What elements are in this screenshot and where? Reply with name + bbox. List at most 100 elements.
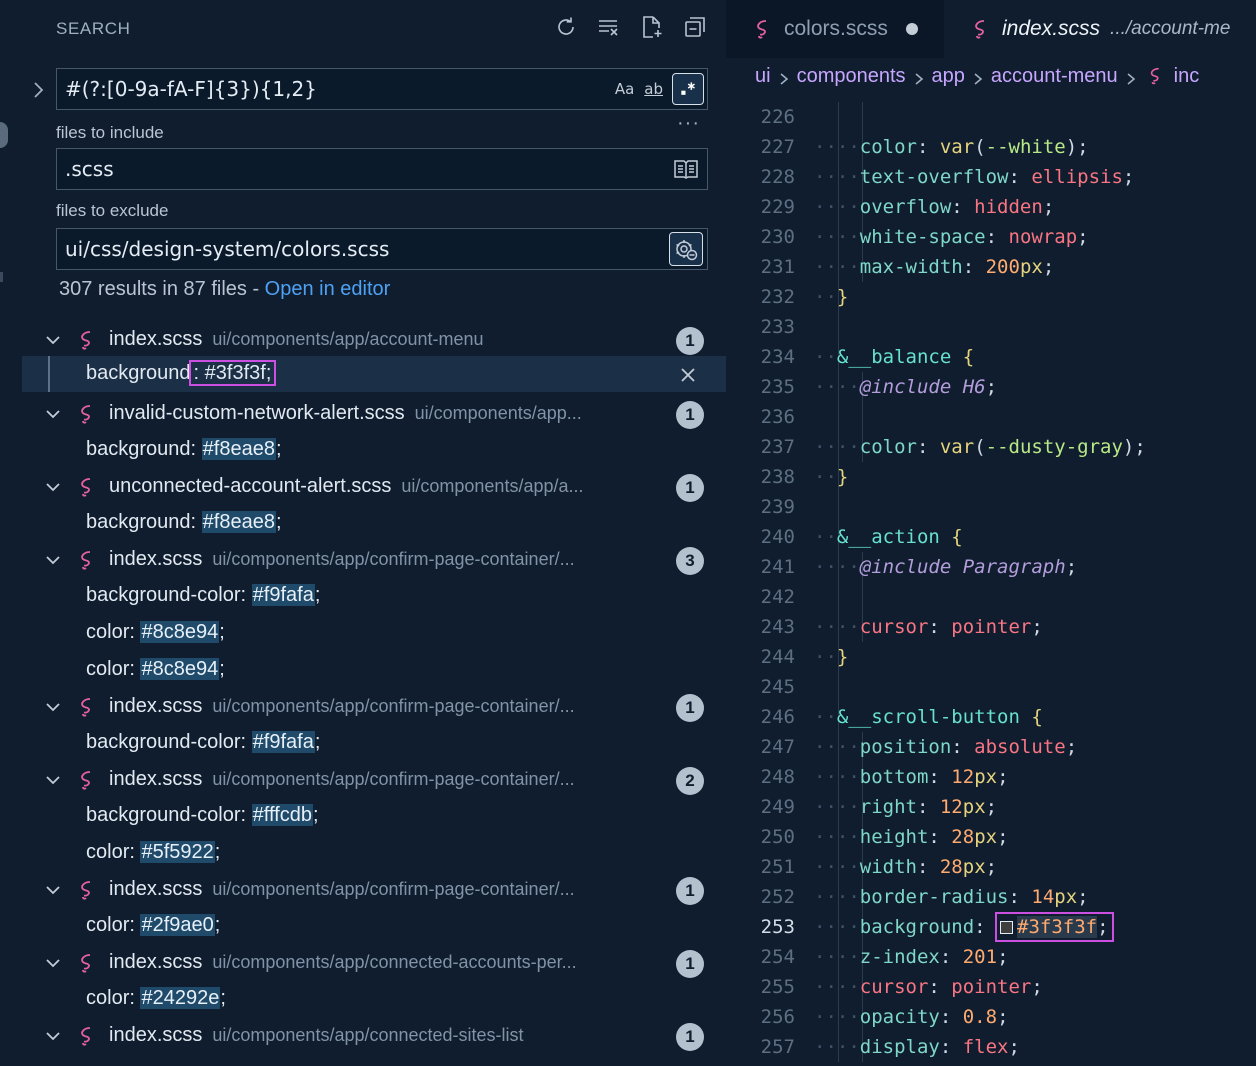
- search-panel-actions: [551, 12, 710, 42]
- match-suffix: ;: [220, 987, 226, 1009]
- result-file-row[interactable]: index.scss ui/components/app/confirm-page…: [22, 689, 726, 725]
- dismiss-match-close-icon[interactable]: [678, 365, 698, 385]
- tree-indent-guide: [48, 356, 50, 392]
- code-token: ;: [1065, 736, 1078, 758]
- result-match-row[interactable]: color: #24292e;: [22, 981, 726, 1017]
- chevron-down-icon[interactable]: [44, 1027, 62, 1045]
- search-details-toggle[interactable]: ···: [677, 112, 700, 135]
- chevron-down-icon[interactable]: [44, 478, 62, 496]
- whitespace-dots: ····: [814, 916, 860, 938]
- chevron-down-icon[interactable]: [44, 551, 62, 569]
- use-exclude-settings-gear-icon[interactable]: [669, 232, 703, 266]
- match-text: background: #f8eae8;: [86, 438, 282, 461]
- code-text: ····border-radius: 14px;: [814, 886, 1089, 908]
- tab-index-scss[interactable]: index.scss .../account-me: [944, 0, 1256, 58]
- line-number: 242: [760, 586, 795, 608]
- sass-file-icon: [78, 879, 96, 901]
- code-token: }: [836, 466, 849, 488]
- match-text: color: #5f5922;: [86, 841, 220, 864]
- code-token: ;: [1097, 916, 1109, 938]
- result-match-row[interactable]: color: #2f9ae0;: [22, 908, 726, 944]
- tab-label: index.scss: [1002, 17, 1101, 40]
- chevron-down-icon[interactable]: [44, 331, 62, 349]
- breadcrumb-segment[interactable]: ui: [755, 65, 771, 88]
- chevron-down-icon[interactable]: [44, 771, 62, 789]
- match-case-toggle[interactable]: Aa: [610, 74, 639, 104]
- files-to-include-input[interactable]: [65, 157, 669, 181]
- result-match-row[interactable]: color: #8c8e94;: [22, 615, 726, 651]
- indent-guide: [862, 582, 863, 612]
- whitespace-dots: ··: [814, 646, 837, 668]
- match-text: color: #24292e;: [86, 987, 226, 1010]
- new-search-editor-icon[interactable]: [637, 12, 667, 42]
- result-file-row[interactable]: index.scss ui/components/app/connected-ac…: [22, 945, 726, 981]
- result-match-row[interactable]: background-color: #f9fafa;: [22, 578, 726, 614]
- code-token: --dusty-gray: [985, 436, 1123, 458]
- line-number: 236: [760, 406, 795, 428]
- code-token: :: [951, 736, 975, 758]
- code-editor[interactable]: 226 227 ····color: var(--white); 228 ····tex…: [726, 94, 1256, 1066]
- breadcrumb-file-segment[interactable]: inc: [1174, 65, 1200, 88]
- open-editors-only-icon[interactable]: [669, 152, 703, 186]
- match-count-badge: 1: [676, 327, 704, 355]
- result-match-row[interactable]: background: #f8eae8;: [22, 432, 726, 468]
- result-file-row[interactable]: index.scss ui/components/app/account-menu…: [22, 322, 726, 358]
- match-prefix: color:: [86, 658, 141, 680]
- unsaved-changes-dot-icon[interactable]: [905, 23, 918, 35]
- result-match-row[interactable]: color: #5f5922;: [22, 835, 726, 871]
- search-input[interactable]: [65, 77, 610, 101]
- line-number: 233: [760, 316, 795, 338]
- code-token: height: [859, 826, 929, 848]
- code-token: :: [939, 946, 963, 968]
- code-line: 247 ····position: absolute;: [726, 732, 1256, 762]
- vscode-window: SEARCH Aa ab: [0, 0, 1256, 1066]
- code-token: }: [836, 286, 849, 308]
- match-prefix: background-color:: [86, 731, 252, 753]
- whitespace-dots: ····: [814, 856, 860, 878]
- tab-path: .../account-me: [1110, 18, 1231, 39]
- result-match-row[interactable]: background: #3f3f3f;: [22, 356, 726, 392]
- result-file-path: ui/components/app/confirm-page-container…: [212, 696, 575, 716]
- chevron-down-icon[interactable]: [44, 405, 62, 423]
- match-prefix: color:: [86, 987, 141, 1009]
- breadcrumb-segment[interactable]: app: [932, 65, 965, 88]
- regex-toggle[interactable]: [672, 73, 704, 105]
- result-match-row[interactable]: background-color: #fffcdb;: [22, 798, 726, 834]
- clear-results-icon[interactable]: [594, 12, 624, 42]
- whitespace-dots: ····: [814, 976, 860, 998]
- result-file-row[interactable]: invalid-custom-network-alert.scss ui/comp…: [22, 396, 726, 432]
- whitespace-dots: ····: [814, 136, 860, 158]
- whole-word-toggle[interactable]: ab: [639, 74, 668, 104]
- toggle-replace-chevron-icon[interactable]: [28, 78, 50, 102]
- chevron-down-icon[interactable]: [44, 881, 62, 899]
- result-file-row[interactable]: unconnected-account-alert.scss ui/compone…: [22, 469, 726, 505]
- breadcrumb-segment[interactable]: account-menu: [991, 65, 1118, 88]
- result-match-row[interactable]: color: #8c8e94;: [22, 652, 726, 688]
- indent-guide: [838, 492, 839, 522]
- result-file-row[interactable]: index.scss ui/components/app/connected-si…: [22, 1018, 726, 1054]
- chevron-down-icon[interactable]: [44, 698, 62, 716]
- result-match-row[interactable]: background-color: #f9fafa;: [22, 725, 726, 761]
- chevron-down-icon[interactable]: [44, 954, 62, 972]
- result-file-row[interactable]: index.scss ui/components/app/confirm-page…: [22, 542, 726, 578]
- code-token: @include: [859, 376, 952, 398]
- whitespace-dots: ····: [814, 766, 860, 788]
- tab-colors-scss[interactable]: colors.scss: [754, 0, 918, 58]
- collapse-all-icon[interactable]: [680, 12, 710, 42]
- refresh-icon[interactable]: [551, 12, 581, 42]
- result-file-row[interactable]: index.scss ui/components/app/confirm-page…: [22, 872, 726, 908]
- code-token: {: [962, 346, 975, 368]
- result-match-row[interactable]: background: #f8eae8;: [22, 505, 726, 541]
- match-prefix: background:: [86, 511, 202, 533]
- open-in-editor-link[interactable]: Open in editor: [265, 278, 391, 300]
- whitespace-dots: ····: [814, 736, 860, 758]
- files-to-exclude-input[interactable]: [65, 237, 669, 261]
- code-token: px: [962, 796, 986, 818]
- result-file-row[interactable]: index.scss ui/components/app/confirm-page…: [22, 762, 726, 798]
- color-swatch-icon[interactable]: [1000, 921, 1014, 934]
- code-token: ;: [1042, 196, 1055, 218]
- breadcrumb-segment[interactable]: components: [797, 65, 906, 88]
- code-token: :: [951, 196, 975, 218]
- match-hex: #f9fafa: [251, 731, 315, 753]
- code-token: color: [859, 136, 917, 158]
